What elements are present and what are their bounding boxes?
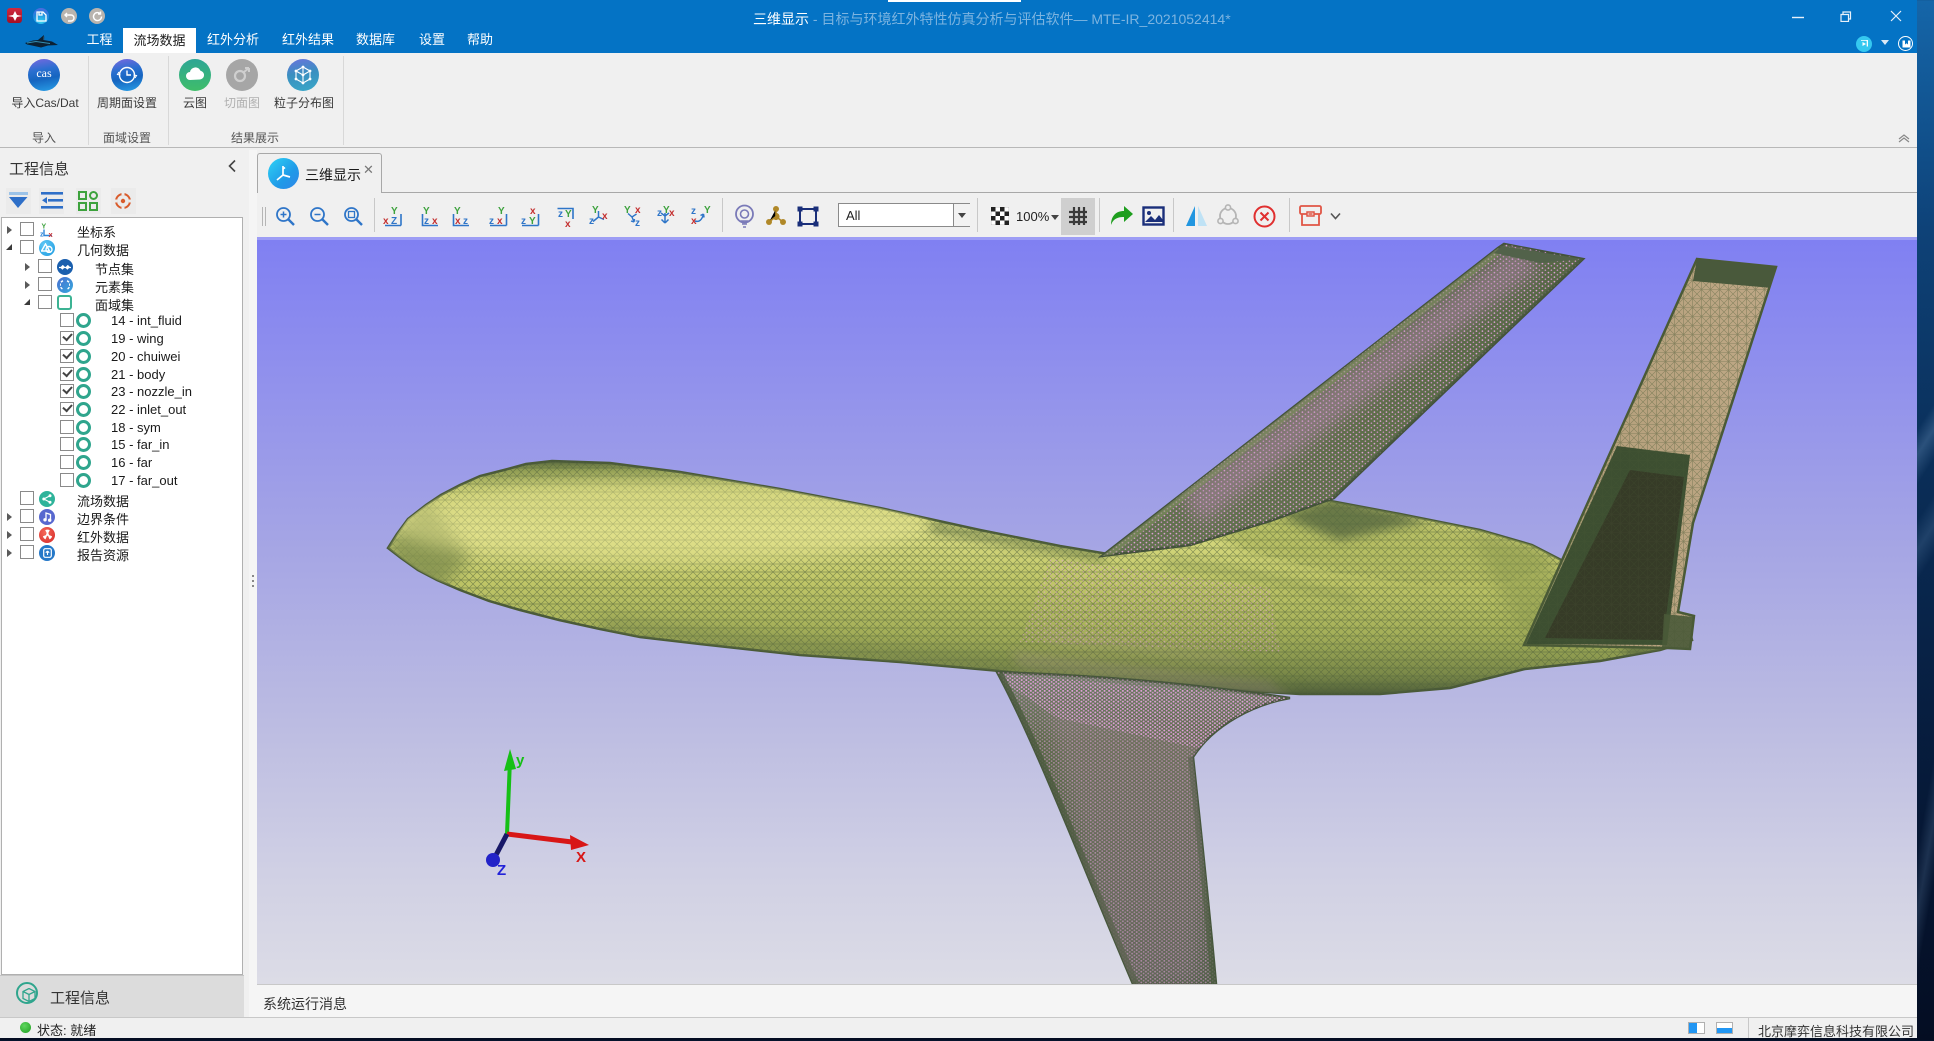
svg-text:z: z bbox=[589, 216, 594, 227]
svg-text:x: x bbox=[49, 230, 54, 238]
svg-text:x: x bbox=[565, 219, 571, 228]
svg-text:y: y bbox=[516, 752, 525, 769]
svg-text:Y: Y bbox=[704, 205, 711, 216]
svg-text:z: z bbox=[558, 209, 563, 220]
svg-text:Y: Y bbox=[42, 223, 47, 230]
svg-text:z: z bbox=[40, 231, 44, 238]
svg-text:z: z bbox=[635, 218, 640, 228]
svg-text:Z: Z bbox=[497, 862, 506, 879]
svg-text:X: X bbox=[576, 849, 586, 866]
svg-text:x: x bbox=[669, 208, 675, 219]
svg-text:x: x bbox=[602, 211, 608, 222]
